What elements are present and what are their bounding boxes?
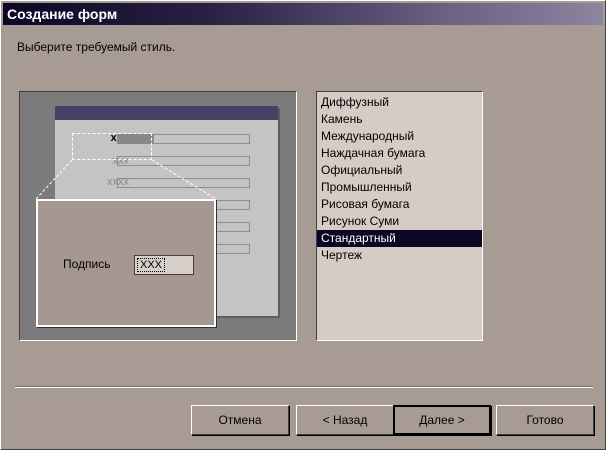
style-list-item[interactable]: Камень [317, 111, 482, 128]
zoom-text-field: XXX [134, 255, 194, 275]
next-button[interactable]: Далее > [393, 405, 491, 435]
style-list-item[interactable]: Рисунок Суми [317, 213, 482, 230]
style-list[interactable]: Диффузный Камень Международный Наждачная… [316, 91, 483, 341]
style-preview: xxx xxx xxxx xx xxx xxx Подпись XXX [19, 91, 297, 341]
cancel-button[interactable]: Отмена [191, 405, 289, 435]
style-list-item[interactable]: Чертеж [317, 247, 482, 264]
style-list-item[interactable]: Международный [317, 128, 482, 145]
title-bar[interactable]: Создание форм [3, 3, 603, 25]
style-list-item[interactable]: Диффузный [317, 94, 482, 111]
dialog-window: Создание форм Выберите требуемый стиль. … [0, 0, 606, 450]
style-list-item[interactable]: Наждачная бумага [317, 145, 482, 162]
zoom-field-value: XXX [137, 258, 166, 272]
style-list-item[interactable]: Промышленный [317, 179, 482, 196]
style-list-item[interactable]: Рисовая бумага [317, 196, 482, 213]
button-separator [15, 386, 593, 388]
style-list-item[interactable]: Официальный [317, 162, 482, 179]
back-button[interactable]: < Назад [296, 405, 394, 435]
finish-button[interactable]: Готово [496, 405, 594, 435]
instruction-text: Выберите требуемый стиль. [17, 40, 176, 54]
zoom-caption-label: Подпись [63, 257, 111, 271]
preview-zoom-panel: Подпись XXX [36, 199, 216, 327]
style-list-item-selected[interactable]: Стандартный [317, 230, 482, 247]
